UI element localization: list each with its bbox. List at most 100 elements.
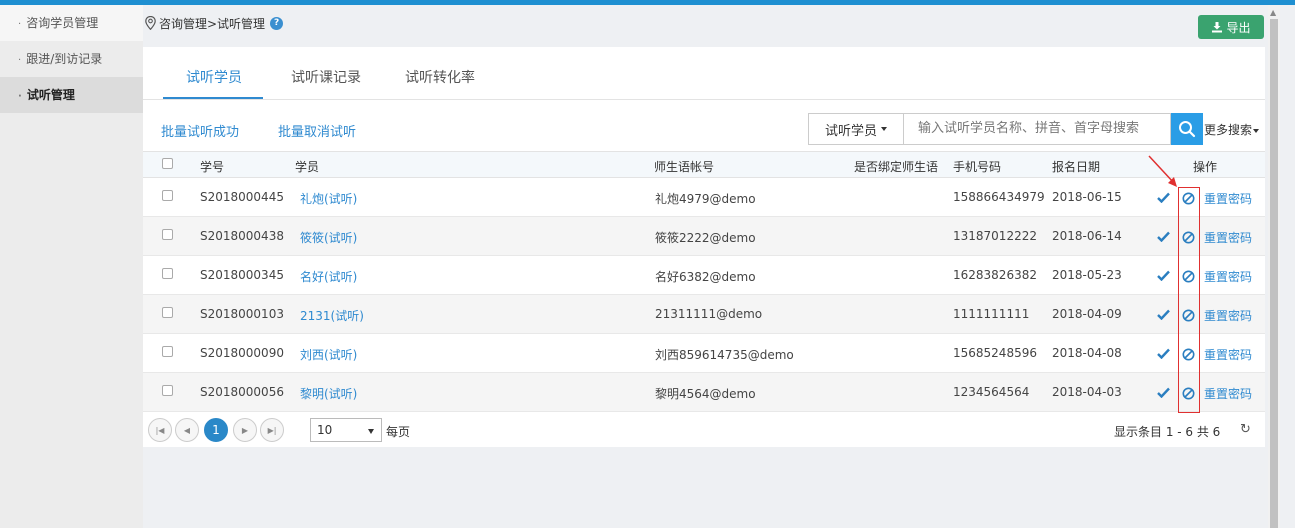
table-row: S2018000103 2131(试听) 21311111@demo 11111… <box>143 295 1265 334</box>
cell-phone: 15685248596 <box>953 346 1037 360</box>
export-button[interactable]: 导出 <box>1198 15 1264 39</box>
row-checkbox[interactable] <box>162 385 173 396</box>
cell-phone: 1111111111 <box>953 307 1030 321</box>
scrollbar-thumb[interactable] <box>1270 19 1278 528</box>
sidebar: · 咨询学员管理 · 跟进/到访记录 · 试听管理 <box>0 5 149 528</box>
cell-date: 2018-05-23 <box>1052 268 1122 282</box>
cell-student-name[interactable]: 2131(试听) <box>300 307 364 324</box>
reset-password-link[interactable]: 重置密码 <box>1204 190 1252 207</box>
cell-student-id: S2018000438 <box>200 229 284 243</box>
cell-phone: 13187012222 <box>953 229 1037 243</box>
search-type-label: 试听学员 <box>824 123 877 139</box>
more-search-dropdown[interactable]: 更多搜索 <box>1204 121 1260 138</box>
sidebar-item-followup-records[interactable]: · 跟进/到访记录 <box>0 41 143 77</box>
cell-student-id: S2018000103 <box>200 307 284 321</box>
cell-student-name[interactable]: 筱筱(试听) <box>300 229 357 246</box>
batch-success-button[interactable]: 批量试听成功 <box>161 121 239 140</box>
batch-cancel-button[interactable]: 批量取消试听 <box>278 121 356 140</box>
table-body: S2018000445 礼炮(试听) 礼炮4979@demo 158866434… <box>143 178 1265 412</box>
reset-password-link[interactable]: 重置密码 <box>1204 307 1252 324</box>
table-row: S2018000090 刘西(试听) 刘西859614735@demo 1568… <box>143 334 1265 373</box>
search-icon <box>1179 121 1196 138</box>
check-icon[interactable] <box>1157 231 1170 242</box>
scroll-gutter <box>1280 5 1295 528</box>
bullet-icon: · <box>18 55 22 66</box>
help-icon[interactable]: ? <box>270 16 284 30</box>
row-checkbox[interactable] <box>162 346 173 357</box>
caret-down-icon <box>881 127 887 131</box>
search-input[interactable]: 输入试听学员名称、拼音、首字母搜索 <box>903 113 1171 145</box>
reset-password-link[interactable]: 重置密码 <box>1204 346 1252 363</box>
cell-student-name[interactable]: 刘西(试听) <box>300 346 357 363</box>
tab-trial-lesson-records[interactable]: 试听课记录 <box>291 67 361 87</box>
reset-password-link[interactable]: 重置密码 <box>1204 385 1252 402</box>
pagination-summary: 显示条目 1 - 6 共 6 <box>1114 425 1221 439</box>
cell-student-id: S2018000090 <box>200 346 284 360</box>
row-checkbox[interactable] <box>162 229 173 240</box>
check-icon[interactable] <box>1157 270 1170 281</box>
last-page-icon[interactable]: ▶| <box>260 418 284 442</box>
cell-student-name[interactable]: 礼炮(试听) <box>300 190 357 207</box>
next-page-icon[interactable]: ▶ <box>233 418 257 442</box>
sidebar-item-label: 试听管理 <box>26 88 75 102</box>
cell-account: 名好6382@demo <box>655 270 756 284</box>
row-checkbox[interactable] <box>162 190 173 201</box>
current-page-button[interactable]: 1 <box>204 418 228 442</box>
page-size-value: 10 <box>317 423 333 437</box>
sidebar-item-consult-students[interactable]: · 咨询学员管理 <box>0 5 143 41</box>
cell-student-id: S2018000445 <box>200 190 284 204</box>
search-type-dropdown[interactable]: 试听学员 <box>808 113 903 145</box>
first-page-icon[interactable]: |◀ <box>148 418 172 442</box>
annotation-arrow-icon <box>1148 155 1177 187</box>
reset-password-link[interactable]: 重置密码 <box>1204 268 1252 285</box>
cell-date: 2018-06-15 <box>1052 190 1122 204</box>
cell-account: 筱筱2222@demo <box>655 231 756 245</box>
cell-phone: 16283826382 <box>953 268 1037 282</box>
table-row: S2018000056 黎明(试听) 黎明4564@demo 123456456… <box>143 373 1265 412</box>
caret-down-icon <box>1253 128 1260 133</box>
prev-page-icon[interactable]: ◀ <box>175 418 199 442</box>
sidebar-item-label: 跟进/到访记录 <box>26 52 103 66</box>
breadcrumb-text: 咨询管理>试听管理 <box>159 16 266 31</box>
more-search-label: 更多搜索 <box>1204 123 1253 137</box>
table-row: S2018000445 礼炮(试听) 礼炮4979@demo 158866434… <box>143 178 1265 217</box>
search-button[interactable] <box>1171 113 1203 145</box>
tab-trial-conversion-rate[interactable]: 试听转化率 <box>405 67 475 87</box>
cell-account: 礼炮4979@demo <box>655 192 756 206</box>
export-label: 导出 <box>1226 20 1251 35</box>
breadcrumb: 咨询管理>试听管理 ? <box>145 14 284 32</box>
header-operations: 操作 <box>1193 160 1218 174</box>
cell-student-id: S2018000345 <box>200 268 284 282</box>
caret-down-icon <box>368 429 374 434</box>
refresh-icon[interactable]: ↻ <box>1240 422 1251 437</box>
cell-date: 2018-04-03 <box>1052 385 1122 399</box>
check-icon[interactable] <box>1157 387 1170 398</box>
check-icon[interactable] <box>1157 348 1170 359</box>
check-icon[interactable] <box>1157 309 1170 320</box>
main-panel: 试听学员 试听课记录 试听转化率 批量试听成功 批量取消试听 试听学员 输入试听… <box>143 47 1265 447</box>
select-all-checkbox[interactable] <box>162 158 173 169</box>
cell-phone: 1234564564 <box>953 385 1030 399</box>
tab-bar: 试听学员 试听课记录 试听转化率 <box>143 47 1265 100</box>
reset-password-link[interactable]: 重置密码 <box>1204 229 1252 246</box>
scrollbar[interactable]: ▲ <box>1268 5 1280 528</box>
check-icon[interactable] <box>1157 192 1170 203</box>
tab-trial-students[interactable]: 试听学员 <box>186 67 242 87</box>
cell-student-name[interactable]: 黎明(试听) <box>300 385 357 402</box>
cell-date: 2018-04-09 <box>1052 307 1122 321</box>
download-icon <box>1212 22 1223 33</box>
top-accent-bar <box>0 0 1295 5</box>
location-pin-icon <box>145 16 156 30</box>
sidebar-item-trial-management[interactable]: · 试听管理 <box>0 77 149 113</box>
cell-phone: 158866434979 <box>953 190 1045 204</box>
active-tab-underline <box>163 97 263 99</box>
header-date: 报名日期 <box>1052 160 1101 174</box>
scroll-up-icon[interactable]: ▲ <box>1270 8 1276 17</box>
row-checkbox[interactable] <box>162 307 173 318</box>
cell-date: 2018-04-08 <box>1052 346 1122 360</box>
cell-student-name[interactable]: 名好(试听) <box>300 268 357 285</box>
header-account: 师生语帐号 <box>654 160 715 174</box>
page-size-select[interactable]: 10 <box>310 418 382 442</box>
table-row: S2018000438 筱筱(试听) 筱筱2222@demo 131870122… <box>143 217 1265 256</box>
row-checkbox[interactable] <box>162 268 173 279</box>
